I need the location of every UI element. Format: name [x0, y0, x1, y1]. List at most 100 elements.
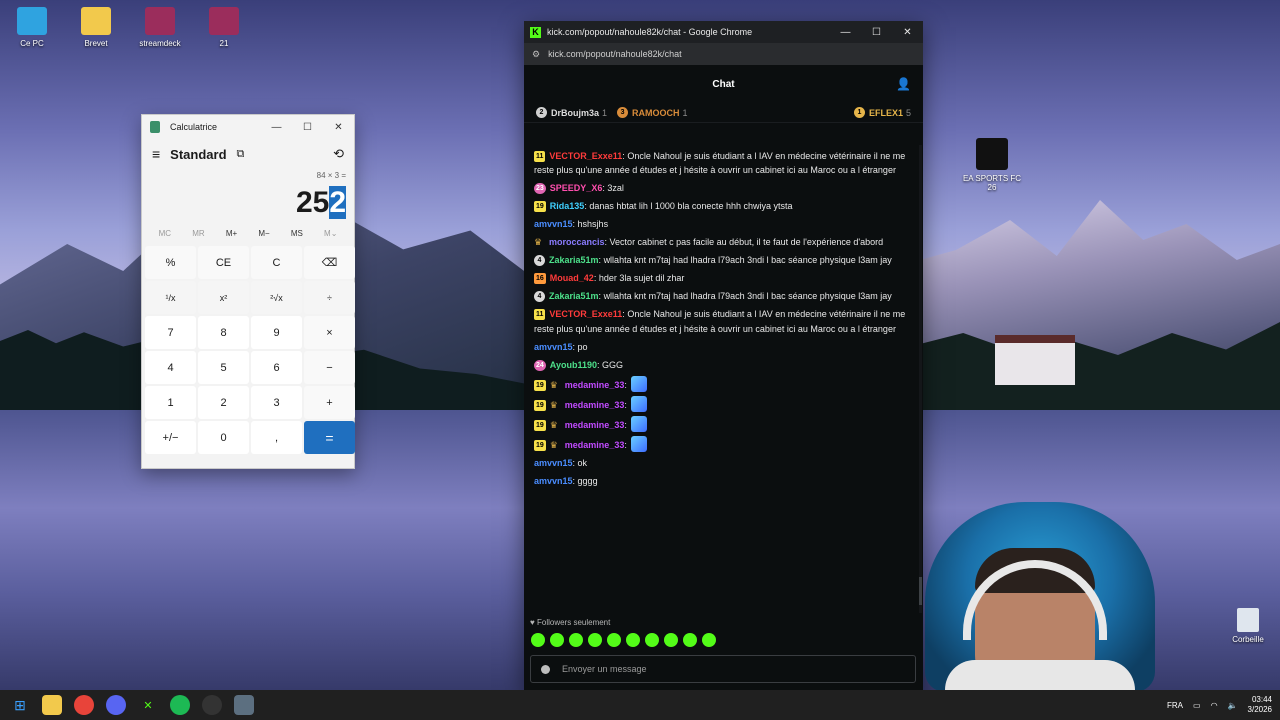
desktop-icon-brevet[interactable]: Brevet — [66, 7, 126, 48]
digit-8-button[interactable]: 8 — [198, 316, 249, 349]
reciprocal-button[interactable]: ¹/x — [145, 281, 196, 314]
memory-subtract-button[interactable]: M− — [258, 229, 269, 238]
chat-username[interactable]: medamine_33 — [565, 380, 625, 390]
digit-9-button[interactable]: 9 — [251, 316, 302, 349]
browser-titlebar[interactable]: K kick.com/popout/nahoule82k/chat - Goog… — [524, 21, 923, 43]
emote-icon[interactable] — [683, 633, 697, 647]
square-button[interactable]: x² — [198, 281, 249, 314]
digit-1-button[interactable]: 1 — [145, 386, 196, 419]
subtract-button[interactable]: − — [304, 351, 355, 384]
memory-clear-button[interactable]: MC — [159, 229, 171, 238]
chat-username[interactable]: amvvn15 — [534, 342, 573, 352]
chat-username[interactable]: VECTOR_Exxe11 — [549, 151, 622, 161]
chat-username[interactable]: Zakaria51m — [549, 255, 599, 265]
negate-button[interactable]: +/− — [145, 421, 196, 454]
decimal-button[interactable]: , — [251, 421, 302, 454]
emoji-picker-icon[interactable] — [541, 664, 550, 674]
desktop-icon-streamdeck[interactable]: streamdeck — [130, 7, 190, 48]
memory-recall-button[interactable]: MR — [192, 229, 204, 238]
chrome-icon[interactable] — [74, 695, 94, 715]
user-settings-icon[interactable]: 👤 — [896, 77, 911, 91]
language-indicator[interactable]: FRA — [1167, 701, 1183, 710]
digit-4-button[interactable]: 4 — [145, 351, 196, 384]
add-button[interactable]: + — [304, 386, 355, 419]
chat-message-input[interactable] — [562, 664, 882, 674]
minimize-icon[interactable]: — — [830, 27, 861, 38]
memory-add-button[interactable]: M+ — [226, 229, 237, 238]
digit-5-button[interactable]: 5 — [198, 351, 249, 384]
chat-username[interactable]: VECTOR_Exxe11 — [549, 309, 622, 319]
emote-icon[interactable] — [626, 633, 640, 647]
emote-icon[interactable] — [550, 633, 564, 647]
hamburger-menu-icon[interactable]: ≡ — [152, 146, 160, 162]
site-info-icon[interactable]: ⚙ — [532, 49, 540, 60]
chat-username[interactable]: SPEEDY_X6 — [550, 183, 603, 193]
chat-username[interactable]: medamine_33 — [565, 420, 625, 430]
obs-icon[interactable] — [202, 695, 222, 715]
digit-0-button[interactable]: 0 — [198, 421, 249, 454]
maximize-icon[interactable]: ☐ — [292, 122, 323, 133]
memory-list-button[interactable]: M⌄ — [324, 229, 337, 238]
emote-icon[interactable] — [607, 633, 621, 647]
emote-icon[interactable] — [569, 633, 583, 647]
address-bar[interactable]: ⚙ kick.com/popout/nahoule82k/chat — [524, 43, 923, 65]
taskbar: ⊞ ✕ FRA ▭ ◠ 🔈 03:44 3/2026 — [0, 690, 1280, 720]
emote-icon[interactable] — [531, 633, 545, 647]
close-icon[interactable]: ✕ — [323, 122, 354, 133]
discord-icon[interactable] — [106, 695, 126, 715]
equals-button[interactable]: = — [304, 421, 355, 454]
chat-username[interactable]: amvvn15 — [534, 219, 573, 229]
clock[interactable]: 03:44 3/2026 — [1248, 695, 1272, 715]
calculator-titlebar[interactable]: Calculatrice — ☐ ✕ — [142, 115, 354, 139]
emote-icon[interactable] — [702, 633, 716, 647]
chat-messages-list[interactable]: 11 VECTOR_Exxe11: Oncle Nahoul je suis ét… — [524, 145, 920, 613]
scrollbar-thumb[interactable] — [919, 577, 922, 605]
percent-button[interactable]: % — [145, 246, 196, 279]
volume-icon[interactable]: 🔈 — [1228, 701, 1238, 710]
chat-username[interactable]: amvvn15 — [534, 476, 573, 486]
divide-button[interactable]: ÷ — [304, 281, 355, 314]
digit-3-button[interactable]: 3 — [251, 386, 302, 419]
minimize-icon[interactable]: — — [261, 122, 292, 133]
chat-username[interactable]: Mouad_42 — [550, 273, 594, 283]
desktop-icon-this-pc[interactable]: Ce PC — [2, 7, 62, 48]
network-icon[interactable]: ▭ — [1193, 701, 1201, 710]
chat-username[interactable]: medamine_33 — [565, 400, 625, 410]
chat-username[interactable]: medamine_33 — [565, 440, 625, 450]
chat-username[interactable]: amvvn15 — [534, 458, 573, 468]
memory-store-button[interactable]: MS — [291, 229, 303, 238]
chat-username[interactable]: Zakaria51m — [549, 291, 599, 301]
emote-icon[interactable] — [588, 633, 602, 647]
desktop-icon-21[interactable]: 21 — [194, 7, 254, 48]
maximize-icon[interactable]: ☐ — [861, 27, 892, 38]
close-icon[interactable]: ✕ — [892, 27, 923, 38]
capcut-icon[interactable]: ✕ — [138, 695, 158, 715]
gifter-name[interactable]: DrBoujm3a — [551, 108, 599, 118]
desktop-icon-recycle-bin[interactable]: Corbeille — [1228, 608, 1268, 644]
emote-icon[interactable] — [645, 633, 659, 647]
calculator-taskbar-icon[interactable] — [234, 695, 254, 715]
file-explorer-icon[interactable] — [42, 695, 62, 715]
square-root-button[interactable]: ²√x — [251, 281, 302, 314]
start-windows-icon[interactable]: ⊞ — [10, 695, 30, 715]
gifter-name[interactable]: RAMOOCH — [632, 108, 680, 118]
clear-button[interactable]: C — [251, 246, 302, 279]
gifter-name[interactable]: EFLEX1 — [869, 108, 903, 118]
keep-on-top-icon[interactable]: ⧉ — [237, 148, 245, 161]
chat-scrollbar[interactable] — [919, 145, 922, 613]
clear-entry-button[interactable]: CE — [198, 246, 249, 279]
backspace-button[interactable]: ⌫ — [304, 246, 355, 279]
chat-username[interactable]: moroccancis — [549, 237, 605, 247]
spotify-icon[interactable] — [170, 695, 190, 715]
multiply-button[interactable]: × — [304, 316, 355, 349]
chat-username[interactable]: Ayoub1190 — [550, 360, 597, 370]
emote-icon[interactable] — [664, 633, 678, 647]
digit-6-button[interactable]: 6 — [251, 351, 302, 384]
history-icon[interactable]: ⟲ — [333, 146, 344, 162]
digit-2-button[interactable]: 2 — [198, 386, 249, 419]
desktop-icon-ea-fc[interactable]: EA SPORTS FC 26 — [962, 138, 1022, 192]
wifi-icon[interactable]: ◠ — [1211, 701, 1218, 710]
chat-username[interactable]: Rida135 — [550, 201, 585, 211]
emote-icon — [631, 395, 648, 412]
digit-7-button[interactable]: 7 — [145, 316, 196, 349]
